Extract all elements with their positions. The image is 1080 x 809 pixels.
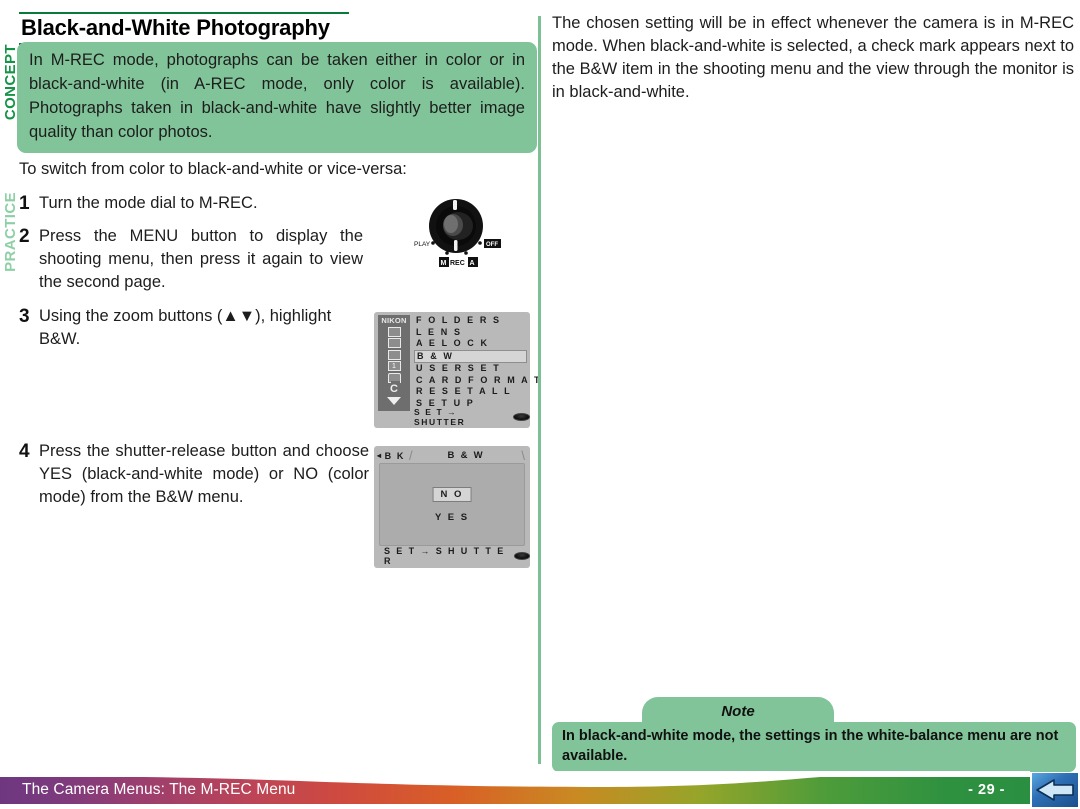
menu-item-reset-all[interactable]: R E S E T A L L [414,386,527,398]
footer-section-label: The Camera Menus: The M-REC Menu [22,781,296,798]
step-2-text: Press the MENU button to display the sho… [39,227,363,291]
mode-dial-svg: PLAY OFF M REC A [414,199,501,267]
lcd-brand-label: NIKON [381,316,407,325]
tab-separator-icon-2: \ [521,448,525,463]
mode-dial-illustration: PLAY OFF M REC A [404,196,509,270]
section-tab-practice: PRACTICE [2,192,19,272]
intro-line: To switch from color to black-and-white … [19,160,407,178]
page-title-block: Black-and-White Photography [19,12,349,46]
next-arrow-icon [1032,773,1078,807]
step-4: 4 Press the shutter-release button and c… [19,440,369,509]
menu-item-user-set[interactable]: U S E R S E T [414,363,527,375]
step-2-number: 2 [19,226,30,247]
lcd-bw-menu: ◂ B K / B & W \ N O Y E S S E T → S H U … [374,446,530,568]
step-4-text: Press the shutter-release button and cho… [39,442,369,506]
lcd-bw-tab-row: ◂ B K / B & W \ [377,448,527,463]
menu-item-lens[interactable]: L E N S [414,327,527,339]
back-button-label: B K [384,450,405,461]
sidebar-icon-c: C [390,382,398,395]
note-heading: Note [721,703,755,720]
right-column: The chosen setting will be in effect whe… [552,0,1080,772]
step-3-text: Using the zoom buttons (▲▼), highlight B… [39,307,332,348]
dial-label-off: OFF [486,242,498,248]
lcd-bw-footer-hint: S E T → S H U T T E R [384,546,530,566]
page-number: - 29 - [968,782,1005,798]
menu-item-folders[interactable]: F O L D E R S [414,315,527,327]
concept-text: In M-REC mode, photographs can be taken … [29,51,525,141]
step-1: 1 Turn the mode dial to M-REC. [19,192,379,215]
sidebar-down-arrow-icon [387,396,401,405]
note-body: In black-and-white mode, the settings in… [552,722,1076,772]
menu-item-card-format[interactable]: C A R D F O R M A T [414,375,539,387]
sidebar-icon-square-2 [387,338,401,348]
dial-label-rec: REC [450,260,465,267]
step-2: 2 Press the MENU button to display the s… [19,225,363,294]
column-divider [538,16,541,764]
right-column-paragraph: The chosen setting will be in effect whe… [552,14,1074,101]
menu-item-bw[interactable]: B & W [414,350,527,364]
sidebar-icon-square-3 [387,349,401,360]
document-page: Black-and-White Photography CONCEPT PRAC… [0,0,1080,809]
step-3-number: 3 [19,306,30,327]
lcd-footer-hint: S E T → SHUTTER [414,407,530,427]
page-footer: The Camera Menus: The M-REC Menu - 29 - [0,771,1080,809]
lcd-bw-screen: N O Y E S [379,463,525,546]
menu-item-ae-lock[interactable]: A E L O C K [414,338,527,350]
dial-label-play: PLAY [414,241,431,248]
next-page-button[interactable] [1032,773,1078,807]
dial-label-m: M [441,260,447,267]
tab-separator-icon: / [408,448,413,463]
concept-callout-box: In M-REC mode, photographs can be taken … [17,42,537,153]
step-4-number: 4 [19,441,30,462]
lcd-footer-hint-text: S E T → SHUTTER [414,407,466,427]
shutter-button-icon-2 [513,552,530,560]
bw-option-no[interactable]: N O [432,487,472,502]
back-button[interactable]: ◂ B K [377,451,405,461]
dial-label-a: A [470,260,475,267]
sidebar-icon-card [387,372,401,383]
bw-option-yes[interactable]: Y E S [435,512,469,523]
lcd-menu-sidebar: NIKON 1 C [378,315,410,411]
shutter-button-icon [513,413,530,421]
step-1-number: 1 [19,193,30,214]
sidebar-icon-square-1 [387,326,401,337]
step-1-text: Turn the mode dial to M-REC. [39,194,258,212]
note-text: In black-and-white mode, the settings in… [562,728,1059,764]
lcd-bw-footer-hint-text: S E T → S H U T T E R [384,546,506,566]
step-3: 3 Using the zoom buttons (▲▼), highlight… [19,305,371,351]
page-title: Black-and-White Photography [21,15,330,40]
lcd-shooting-menu: NIKON 1 C F O L D E R S L E N S A E L O … [374,312,539,428]
back-arrow-icon: ◂ [377,451,383,460]
sidebar-icon-page-one: 1 [387,361,401,371]
left-column: Black-and-White Photography CONCEPT PRAC… [0,0,539,765]
lcd-bw-title: B & W [447,450,485,461]
lcd-menu-item-list: F O L D E R S L E N S A E L O C K B & W … [414,315,539,410]
